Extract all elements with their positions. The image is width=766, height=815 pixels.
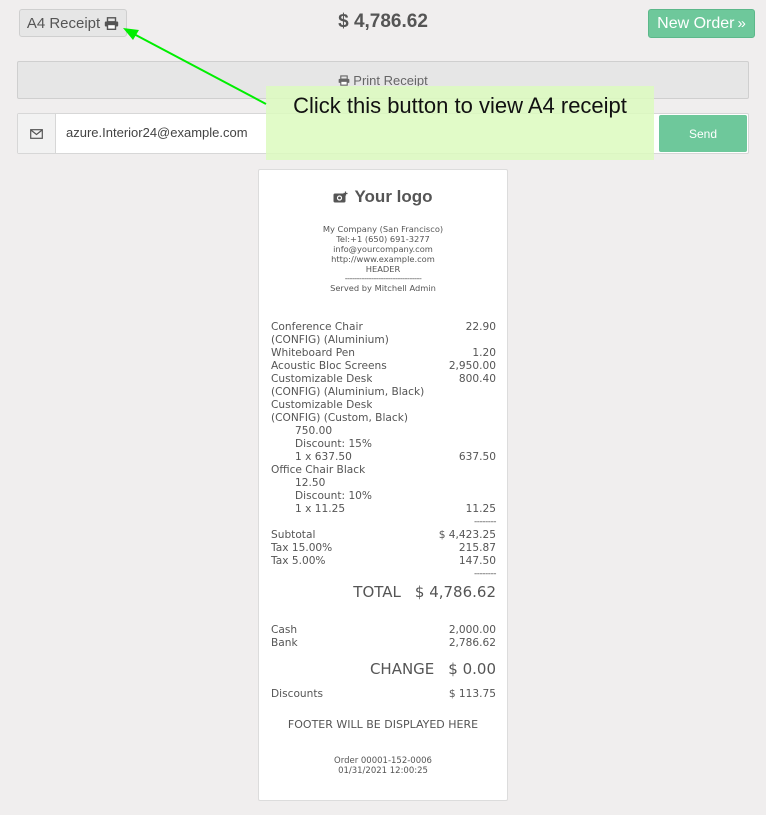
order-line: 1 x 11.25 11.25 bbox=[271, 503, 496, 516]
subtotal-amount: $ 4,423.25 bbox=[438, 529, 496, 541]
send-button[interactable]: Send bbox=[659, 115, 747, 152]
tax-row: Tax 5.00% 147.50 bbox=[271, 555, 496, 568]
order-info: Order 00001-152-0006 01/31/2021 12:00:25 bbox=[259, 756, 507, 776]
change-label: CHANGE bbox=[369, 660, 435, 678]
order-line-label: (CONFIG) (Aluminium) bbox=[271, 334, 389, 346]
payment-row: Bank 2,786.62 bbox=[271, 637, 496, 650]
subtotal-label: Subtotal bbox=[271, 529, 316, 541]
order-line-label: Discount: 10% bbox=[295, 490, 372, 502]
new-order-button[interactable]: New Order » bbox=[648, 9, 755, 38]
receipt-lines: Conference Chair 22.90 (CONFIG) (Aluminium… bbox=[271, 321, 497, 701]
order-line: (CONFIG) (Aluminium, Black) bbox=[271, 386, 496, 399]
order-line-amount: 22.90 bbox=[465, 321, 496, 333]
tax-amount: 215.87 bbox=[458, 542, 496, 554]
payment-label: Bank bbox=[271, 637, 298, 649]
top-bar: A4 Receipt $ 4,786.62 New Order » bbox=[0, 0, 766, 48]
total-amount: $ 4,786.62 bbox=[414, 583, 496, 601]
order-number: Order 00001-152-0006 bbox=[334, 756, 432, 766]
discounts-label: Discounts bbox=[271, 688, 324, 700]
order-line: Discount: 10% bbox=[271, 490, 496, 503]
order-line: Customizable Desk bbox=[271, 399, 496, 412]
payment-amount: 2,786.62 bbox=[448, 637, 496, 649]
change-row: CHANGE $ 0.00 bbox=[271, 659, 496, 679]
line-separator: -------- bbox=[474, 517, 496, 527]
payment-amount: 2,000.00 bbox=[448, 624, 496, 636]
order-line-label: Customizable Desk bbox=[271, 399, 373, 411]
order-line-amount: 2,950.00 bbox=[448, 360, 496, 372]
tax-label: Tax 5.00% bbox=[271, 555, 326, 567]
order-line-amount: 800.40 bbox=[458, 373, 496, 385]
discounts-row: Discounts $ 113.75 bbox=[271, 688, 496, 701]
order-line-amount: 1.20 bbox=[472, 347, 496, 359]
receipt-logo: Your logo bbox=[259, 187, 507, 207]
order-line-label: 1 x 11.25 bbox=[295, 503, 346, 515]
order-lines: Conference Chair 22.90 (CONFIG) (Aluminium… bbox=[271, 321, 496, 516]
order-line-label: Conference Chair bbox=[271, 321, 363, 333]
order-date: 01/31/2021 12:00:25 bbox=[338, 766, 428, 776]
order-line: Whiteboard Pen 1.20 bbox=[271, 347, 496, 360]
order-line: (CONFIG) (Aluminium) bbox=[271, 334, 496, 347]
camera-icon bbox=[333, 191, 348, 203]
total-separator: -------- bbox=[474, 569, 496, 579]
order-line: 1 x 637.50 637.50 bbox=[271, 451, 496, 464]
tax-label: Tax 15.00% bbox=[271, 542, 333, 554]
order-line: 750.00 bbox=[271, 425, 496, 438]
order-line-label: 750.00 bbox=[295, 425, 333, 437]
order-line: Conference Chair 22.90 bbox=[271, 321, 496, 334]
company-email: info@yourcompany.com bbox=[333, 244, 433, 254]
header-separator: -------------------------------- bbox=[344, 273, 422, 283]
order-line: (CONFIG) (Custom, Black) bbox=[271, 412, 496, 425]
order-line-label: 1 x 637.50 bbox=[295, 451, 352, 463]
order-line-label: Acoustic Bloc Screens bbox=[271, 360, 387, 372]
printer-icon bbox=[338, 74, 350, 86]
order-line-amount: 11.25 bbox=[465, 503, 496, 515]
order-line-label: Office Chair Black bbox=[271, 464, 366, 476]
order-line: Acoustic Bloc Screens 2,950.00 bbox=[271, 360, 496, 373]
order-line-label: Discount: 15% bbox=[295, 438, 372, 450]
order-line-amount: 637.50 bbox=[458, 451, 496, 463]
company-tel: Tel:+1 (650) 691-3277 bbox=[336, 234, 430, 244]
payment-label: Cash bbox=[271, 624, 298, 636]
logo-text: Your logo bbox=[354, 187, 433, 206]
order-line-label: Whiteboard Pen bbox=[271, 347, 356, 359]
company-website: http://www.example.com bbox=[331, 254, 435, 264]
order-line: Customizable Desk 800.40 bbox=[271, 373, 496, 386]
company-name: My Company (San Francisco) bbox=[322, 224, 444, 234]
subtotal-row: Subtotal $ 4,423.25 bbox=[271, 529, 496, 542]
order-line-label: (CONFIG) (Custom, Black) bbox=[271, 412, 408, 424]
served-by: Served by Mitchell Admin bbox=[330, 283, 436, 293]
order-line-label: 12.50 bbox=[295, 477, 326, 489]
tax-amount: 147.50 bbox=[458, 555, 496, 567]
new-order-label: New Order bbox=[657, 14, 735, 32]
double-chevron-right-icon: » bbox=[737, 15, 746, 32]
order-line-label: (CONFIG) (Aluminium, Black) bbox=[271, 386, 425, 398]
discounts-amount: $ 113.75 bbox=[448, 688, 496, 700]
envelope-icon bbox=[30, 128, 43, 139]
order-line: Discount: 15% bbox=[271, 438, 496, 451]
instruction-callout: Click this button to view A4 receipt bbox=[266, 86, 654, 160]
company-info: My Company (San Francisco) Tel:+1 (650) … bbox=[259, 224, 507, 293]
receipt-footer: FOOTER WILL BE DISPLAYED HERE bbox=[287, 718, 479, 731]
receipt: Your logo My Company (San Francisco) Tel… bbox=[258, 169, 508, 801]
order-line: Office Chair Black bbox=[271, 464, 496, 477]
tax-row: Tax 15.00% 215.87 bbox=[271, 542, 496, 555]
total-label: TOTAL bbox=[353, 583, 401, 601]
order-line: 12.50 bbox=[271, 477, 496, 490]
total-row: TOTAL $ 4,786.62 bbox=[271, 582, 496, 602]
change-amount: $ 0.00 bbox=[448, 660, 496, 678]
order-line-label: Customizable Desk bbox=[271, 373, 373, 385]
payment-row: Cash 2,000.00 bbox=[271, 624, 496, 637]
email-icon-box bbox=[18, 114, 56, 153]
